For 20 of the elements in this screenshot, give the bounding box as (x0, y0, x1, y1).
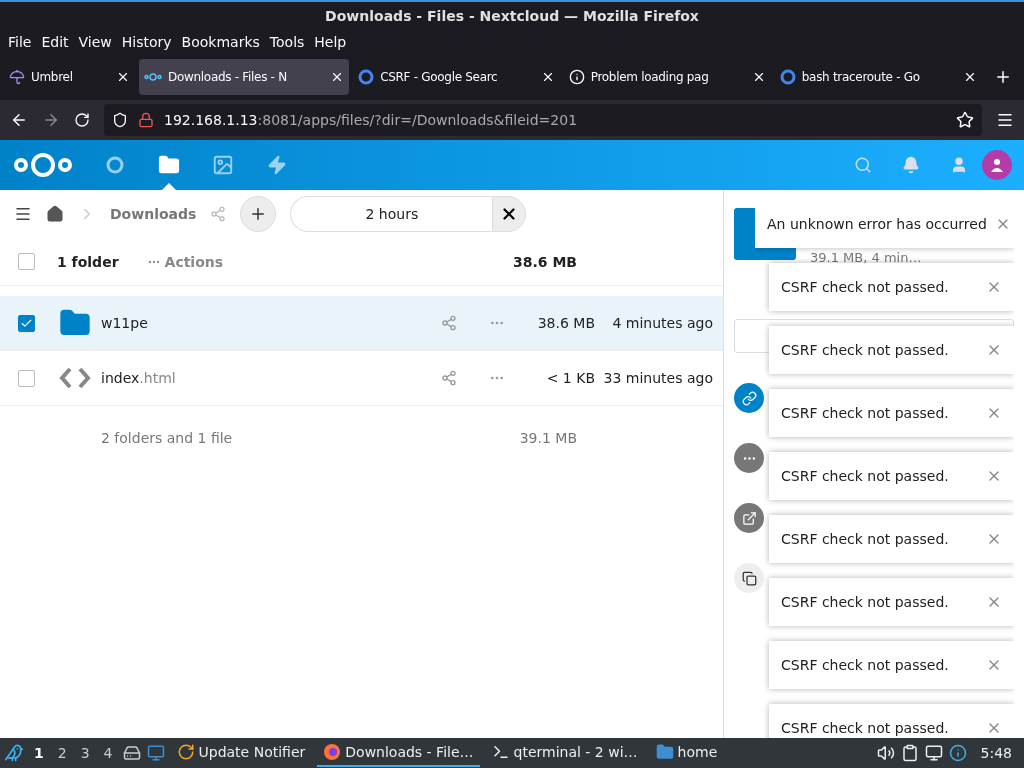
file-summary: 2 folders and 1 file (101, 430, 233, 446)
file-size: 38.6 MB (536, 315, 595, 331)
window-title: Downloads - Files - Nextcloud — Mozilla Firefox (325, 8, 699, 24)
modified-time: 4 minutes ago (611, 315, 714, 331)
file-meta: 39.1 MB, 4 min… (810, 250, 923, 265)
error-toast: CSRF check not passed. (769, 704, 1014, 738)
error-toast: CSRF check not passed. (769, 578, 1014, 626)
error-toast: CSRF check not passed. (769, 326, 1014, 374)
error-toast: CSRF check not passed. (769, 263, 1014, 311)
error-toast: An unknown error has occurred (755, 200, 1014, 248)
error-toast: CSRF check not passed. (769, 641, 1014, 689)
error-toast: CSRF check not passed. (769, 389, 1014, 437)
modified-time: 33 minutes ago (602, 370, 714, 386)
summary-size: 39.1 MB (519, 430, 577, 446)
clock: 5:48 (979, 745, 1013, 761)
selection-count: 1 folder (57, 253, 119, 270)
error-toast: CSRF check not passed. (769, 452, 1014, 500)
total-size: 38.6 MB (512, 253, 577, 270)
file-size: < 1 KB (545, 370, 595, 386)
error-toast: CSRF check not passed. (769, 515, 1014, 563)
